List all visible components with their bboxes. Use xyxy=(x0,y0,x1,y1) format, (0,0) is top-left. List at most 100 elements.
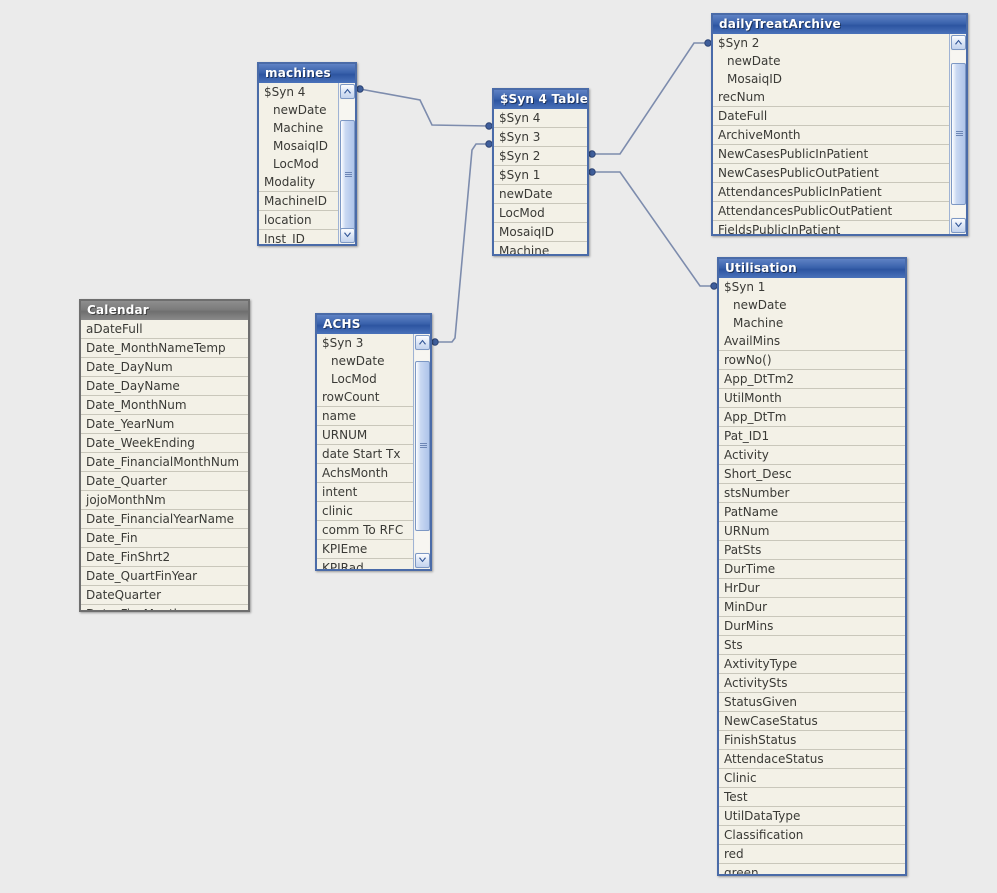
field-row[interactable]: Machine xyxy=(259,119,338,137)
field-row[interactable]: LocMod xyxy=(317,370,413,388)
field-row[interactable]: $Syn 1 xyxy=(719,278,905,296)
field-row[interactable]: location xyxy=(259,211,338,230)
field-row[interactable]: Date_Fin_Month xyxy=(81,605,248,610)
field-row[interactable]: Inst_ID xyxy=(259,230,338,244)
field-row[interactable]: rowNo() xyxy=(719,351,905,370)
field-row[interactable]: Test xyxy=(719,788,905,807)
field-row[interactable]: MachineID xyxy=(259,192,338,211)
field-row[interactable]: aDateFull xyxy=(81,320,248,339)
field-row[interactable]: $Syn 1 xyxy=(494,166,587,185)
field-row[interactable]: date Start Tx xyxy=(317,445,413,464)
field-row[interactable]: LocMod xyxy=(494,204,587,223)
field-row[interactable]: FieldsPublicInPatient xyxy=(713,221,949,234)
scrollbar-thumb[interactable] xyxy=(340,120,355,230)
table-window-dailytreatarchive[interactable]: dailyTreatArchive $Syn 2 newDate MosaiqID re… xyxy=(711,13,968,236)
field-row[interactable]: recNum xyxy=(713,88,949,107)
field-row[interactable]: Date_Quarter xyxy=(81,472,248,491)
field-row[interactable]: KPIEme xyxy=(317,540,413,559)
field-row[interactable]: newDate xyxy=(713,52,949,70)
field-row[interactable]: UtilDataType xyxy=(719,807,905,826)
field-row[interactable]: Machine xyxy=(719,314,905,332)
field-row[interactable]: DurTime xyxy=(719,560,905,579)
field-row[interactable]: $Syn 3 xyxy=(494,128,587,147)
field-row[interactable]: $Syn 4 xyxy=(494,109,587,128)
field-row[interactable]: NewCasesPublicInPatient xyxy=(713,145,949,164)
table-title-ssyn4table[interactable]: $Syn 4 Table xyxy=(494,90,587,109)
scroll-down-arrow-icon[interactable] xyxy=(415,553,430,568)
field-row[interactable]: Date_DayNum xyxy=(81,358,248,377)
field-row[interactable]: Modality xyxy=(259,173,338,192)
field-row[interactable]: clinic xyxy=(317,502,413,521)
field-row[interactable]: Classification xyxy=(719,826,905,845)
field-row[interactable]: Date_FinancialYearName xyxy=(81,510,248,529)
field-row[interactable]: stsNumber xyxy=(719,484,905,503)
field-row[interactable]: Sts xyxy=(719,636,905,655)
field-row[interactable]: AttendancesPublicInPatient xyxy=(713,183,949,202)
table-title-achs[interactable]: ACHS xyxy=(317,315,430,334)
field-row[interactable]: PatSts xyxy=(719,541,905,560)
field-row[interactable]: NewCasesPublicOutPatient xyxy=(713,164,949,183)
field-row[interactable]: NewCaseStatus xyxy=(719,712,905,731)
field-row[interactable]: Date_Fin xyxy=(81,529,248,548)
field-row[interactable]: DateQuarter xyxy=(81,586,248,605)
field-row[interactable]: newDate xyxy=(317,352,413,370)
field-row[interactable]: $Syn 3 xyxy=(317,334,413,352)
field-row[interactable]: AchsMonth xyxy=(317,464,413,483)
scrollbar-track[interactable] xyxy=(951,51,966,217)
scroll-up-arrow-icon[interactable] xyxy=(951,35,966,50)
scrollbar-track[interactable] xyxy=(340,100,355,230)
field-row[interactable]: Short_Desc xyxy=(719,465,905,484)
vertical-scrollbar-machines[interactable] xyxy=(338,83,355,244)
field-row[interactable]: AvailMins xyxy=(719,332,905,351)
field-row[interactable]: ArchiveMonth xyxy=(713,126,949,145)
field-row[interactable]: Date_QuartFinYear xyxy=(81,567,248,586)
field-row[interactable]: Pat_ID1 xyxy=(719,427,905,446)
table-title-utilisation[interactable]: Utilisation xyxy=(719,259,905,278)
field-row[interactable]: HrDur xyxy=(719,579,905,598)
field-row[interactable]: Activity xyxy=(719,446,905,465)
field-row[interactable]: red xyxy=(719,845,905,864)
field-row[interactable]: Date_WeekEnding xyxy=(81,434,248,453)
field-row[interactable]: AxtivityType xyxy=(719,655,905,674)
field-row[interactable]: Clinic xyxy=(719,769,905,788)
scroll-down-arrow-icon[interactable] xyxy=(951,218,966,233)
scrollbar-track[interactable] xyxy=(415,351,430,552)
field-row[interactable]: $Syn 4 xyxy=(259,83,338,101)
field-row[interactable]: Date_FinShrt2 xyxy=(81,548,248,567)
field-row[interactable]: Machine xyxy=(494,242,587,254)
field-row[interactable]: App_DtTm2 xyxy=(719,370,905,389)
field-row[interactable]: intent xyxy=(317,483,413,502)
table-window-utilisation[interactable]: Utilisation $Syn 1 newDate Machine AvailMins… xyxy=(717,257,907,876)
field-row[interactable]: name xyxy=(317,407,413,426)
field-row[interactable]: App_DtTm xyxy=(719,408,905,427)
field-row[interactable]: jojoMonthNm xyxy=(81,491,248,510)
field-row[interactable]: MosaiqID xyxy=(259,137,338,155)
field-row[interactable]: newDate xyxy=(259,101,338,119)
vertical-scrollbar-achs[interactable] xyxy=(413,334,430,569)
field-row[interactable]: comm To RFC xyxy=(317,521,413,540)
field-row[interactable]: DateFull xyxy=(713,107,949,126)
vertical-scrollbar-dailytreatarchive[interactable] xyxy=(949,34,966,234)
table-title-calendar[interactable]: Calendar xyxy=(81,301,248,320)
connector-endpoint-dot[interactable] xyxy=(588,150,596,158)
table-window-achs[interactable]: ACHS $Syn 3 newDate LocMod rowCount name URNUM… xyxy=(315,313,432,571)
field-row[interactable]: newDate xyxy=(719,296,905,314)
connector-endpoint-dot[interactable] xyxy=(356,85,364,93)
field-row[interactable]: MinDur xyxy=(719,598,905,617)
field-row[interactable]: AttendancesPublicOutPatient xyxy=(713,202,949,221)
field-row[interactable]: $Syn 2 xyxy=(713,34,949,52)
field-row[interactable]: LocMod xyxy=(259,155,338,173)
table-title-dailytreatarchive[interactable]: dailyTreatArchive xyxy=(713,15,966,34)
field-row[interactable]: green xyxy=(719,864,905,874)
field-row[interactable]: AttendaceStatus xyxy=(719,750,905,769)
field-row[interactable]: Date_MonthNameTemp xyxy=(81,339,248,358)
field-row[interactable]: DurMins xyxy=(719,617,905,636)
field-row[interactable]: FinishStatus xyxy=(719,731,905,750)
field-row[interactable]: StatusGiven xyxy=(719,693,905,712)
field-row[interactable]: URNUM xyxy=(317,426,413,445)
connector-endpoint-dot[interactable] xyxy=(431,338,439,346)
field-row[interactable]: MosaiqID xyxy=(713,70,949,88)
field-row[interactable]: rowCount xyxy=(317,388,413,407)
field-row[interactable]: UtilMonth xyxy=(719,389,905,408)
scrollbar-thumb[interactable] xyxy=(951,63,966,205)
